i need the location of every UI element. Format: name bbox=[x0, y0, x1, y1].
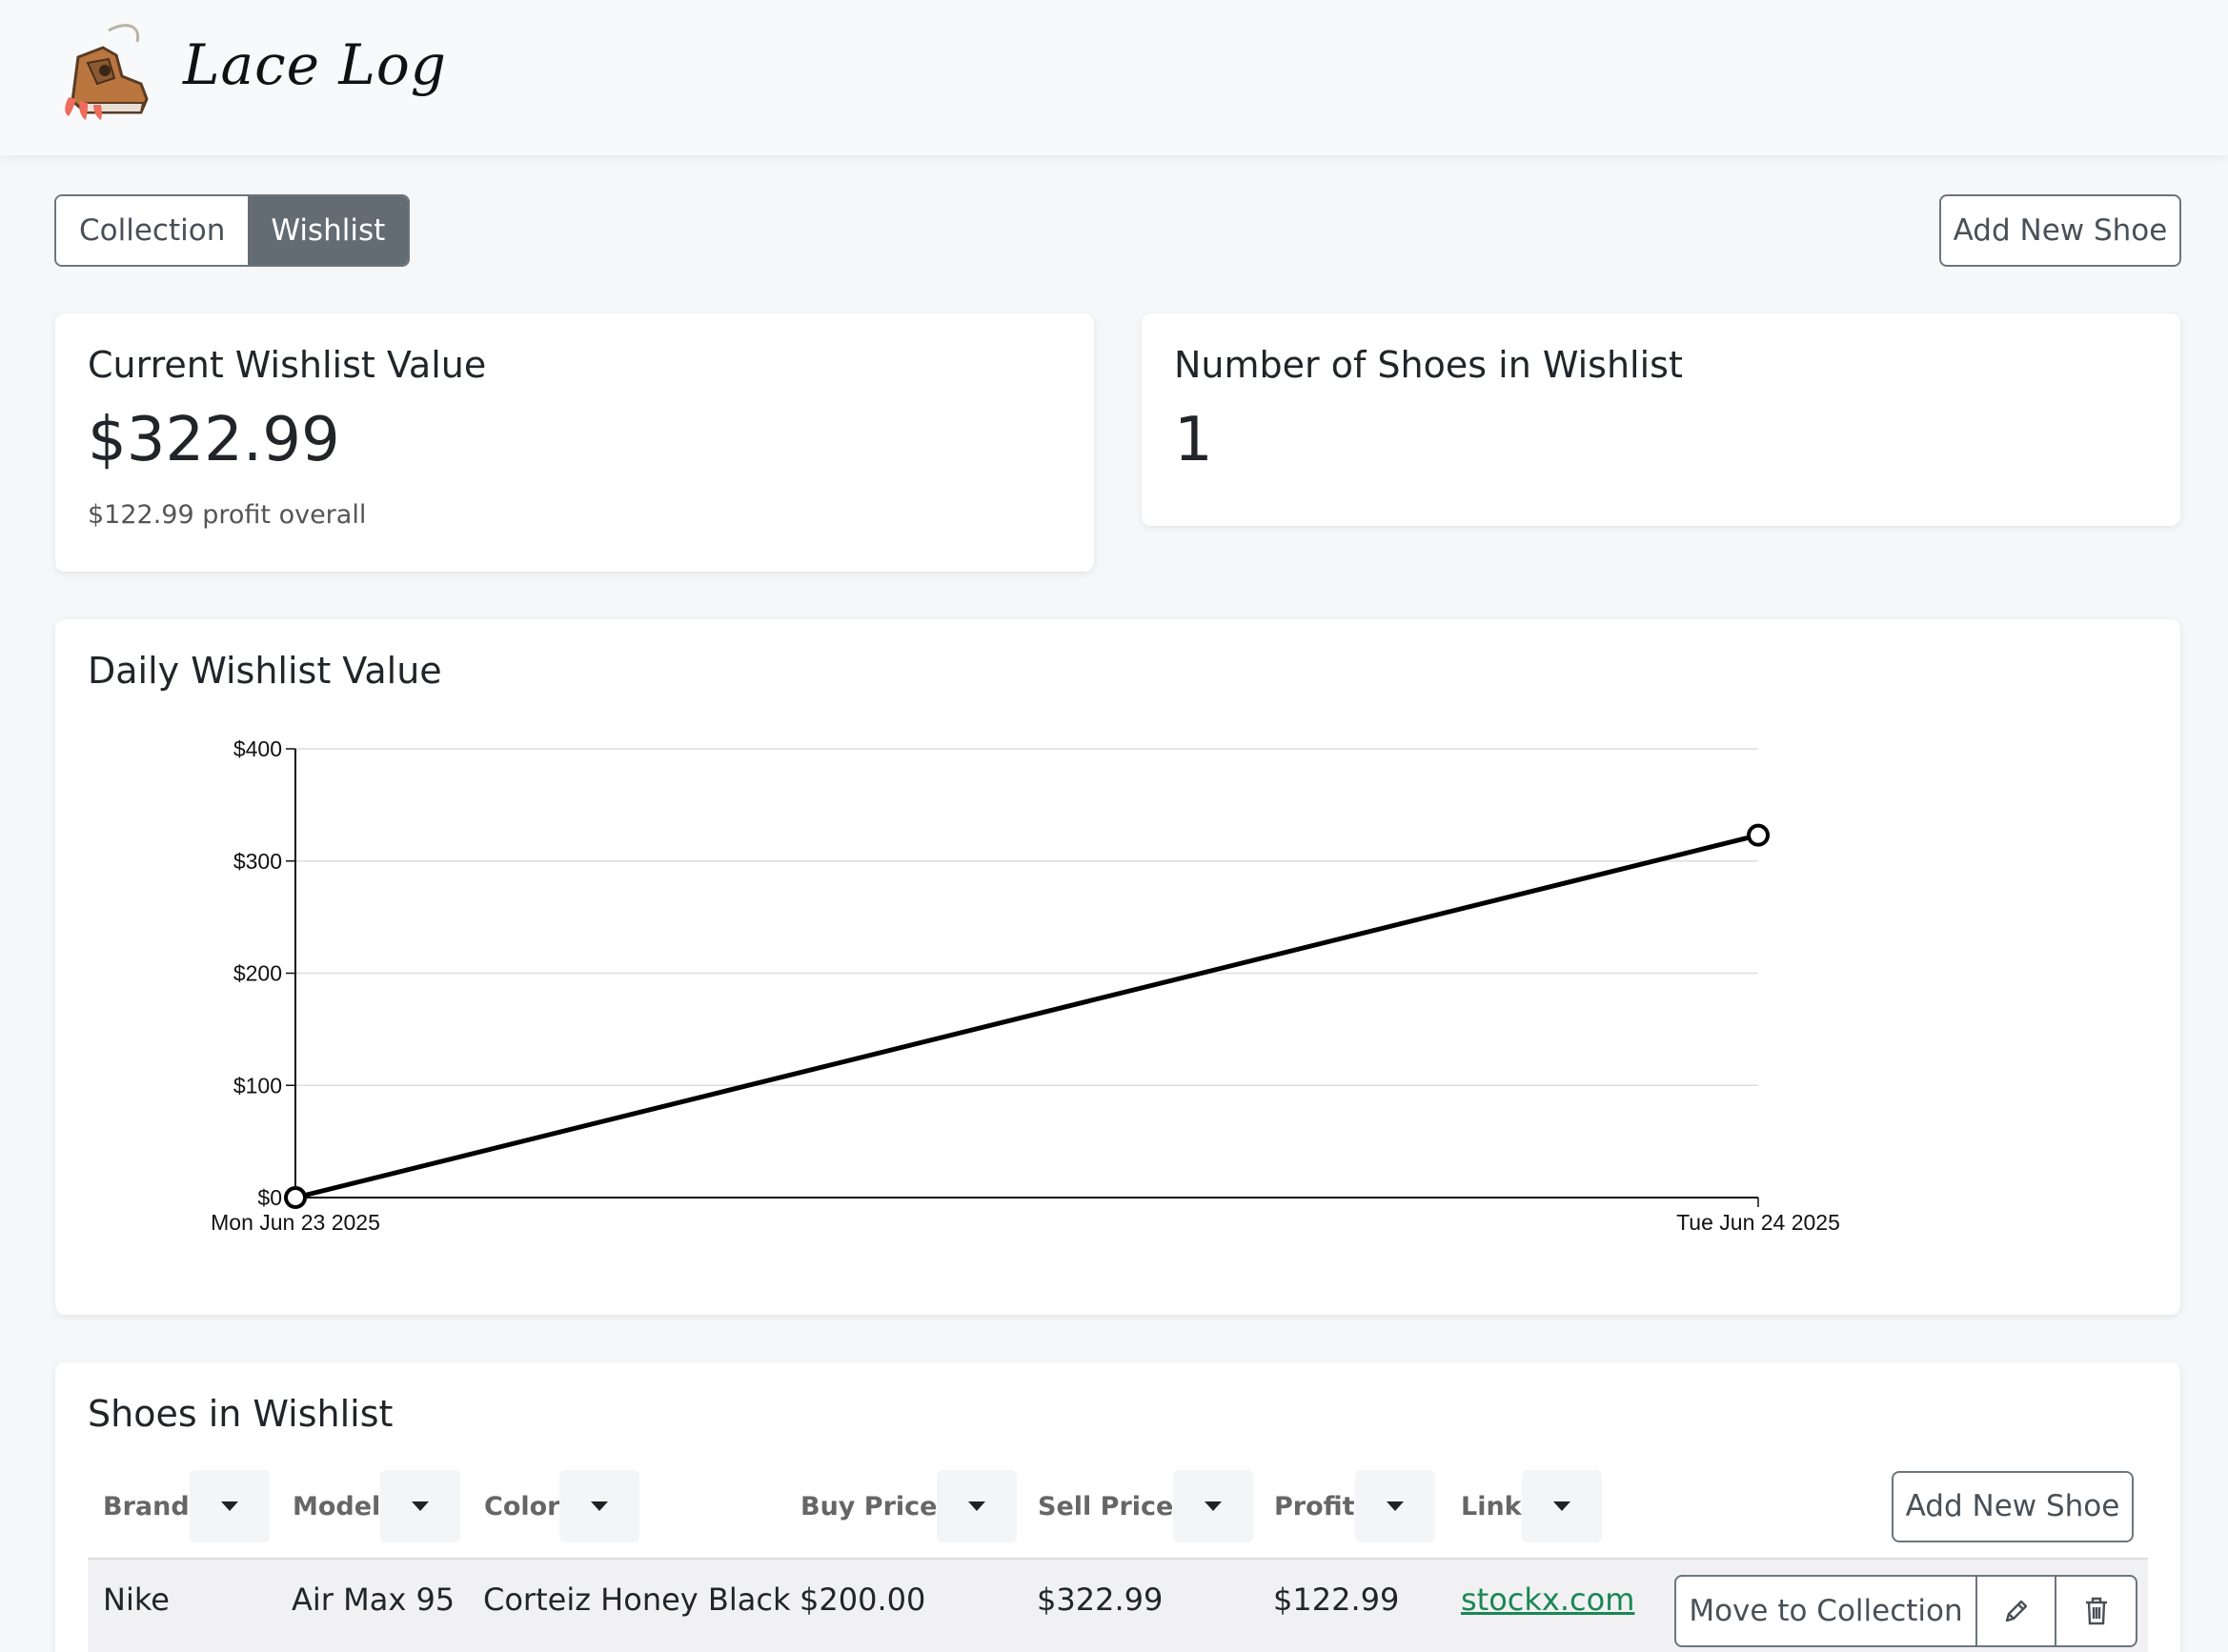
shoe-count: 1 bbox=[1174, 405, 1213, 475]
daily-value-chart-card: Daily Wishlist Value $0 $100 $200 $300 $400 M… bbox=[55, 619, 2180, 1315]
sort-dropdown-buy-price-icon[interactable] bbox=[937, 1470, 1018, 1542]
edit-button[interactable] bbox=[1977, 1577, 2056, 1645]
wishlist-value-card: Current Wishlist Value $322.99 $122.99 p… bbox=[55, 313, 1094, 572]
tab-collection[interactable]: Collection bbox=[56, 196, 249, 265]
sort-dropdown-brand-icon[interactable] bbox=[189, 1470, 270, 1542]
cell-profit: $122.99 bbox=[1273, 1581, 1400, 1618]
sort-dropdown-model-icon[interactable] bbox=[380, 1470, 461, 1542]
app-title: Lace Log bbox=[183, 32, 447, 97]
column-header-sell-price: Sell Price bbox=[1023, 1470, 1254, 1542]
y-tick-label: $300 bbox=[233, 849, 282, 874]
x-tick-label: Mon Jun 23 2025 bbox=[211, 1210, 380, 1235]
column-header-brand: Brand bbox=[88, 1470, 270, 1542]
y-tick-label: $200 bbox=[233, 961, 282, 986]
table-header: Brand Model Color Buy Price Sell Price P… bbox=[88, 1470, 2148, 1556]
shoe-count-card: Number of Shoes in Wishlist 1 bbox=[1142, 313, 2180, 526]
y-tick-label: $400 bbox=[233, 736, 282, 761]
delete-button[interactable] bbox=[2056, 1577, 2136, 1645]
add-new-shoe-button[interactable]: Add New Shoe bbox=[1939, 194, 2181, 267]
sort-dropdown-sell-price-icon[interactable] bbox=[1173, 1470, 1254, 1542]
stockx-link[interactable]: stockx.com bbox=[1461, 1581, 1634, 1618]
column-header-buy-price: Buy Price bbox=[785, 1470, 1018, 1542]
view-toggle: Collection Wishlist bbox=[54, 194, 411, 267]
data-point bbox=[284, 1186, 307, 1209]
profit-note: $122.99 profit overall bbox=[88, 500, 367, 530]
cell-model: Air Max 95 bbox=[292, 1581, 456, 1618]
row-actions: Move to Collection bbox=[1674, 1575, 2137, 1647]
table-add-new-shoe-button[interactable]: Add New Shoe bbox=[1892, 1471, 2134, 1542]
shoe-count-title: Number of Shoes in Wishlist bbox=[1174, 344, 1683, 386]
top-navbar: Lace Log bbox=[0, 0, 2228, 155]
data-point bbox=[1747, 823, 1770, 847]
y-tick-label: $100 bbox=[233, 1073, 282, 1098]
series-line bbox=[294, 833, 1759, 1200]
cell-link: stockx.com bbox=[1461, 1560, 1634, 1640]
column-header-model: Model bbox=[277, 1470, 461, 1542]
x-tick-label: Tue Jun 24 2025 bbox=[1676, 1210, 1840, 1235]
trash-icon bbox=[2085, 1597, 2107, 1625]
column-header-link: Link bbox=[1446, 1470, 1602, 1542]
sort-dropdown-link-icon[interactable] bbox=[1521, 1470, 1602, 1542]
sort-dropdown-profit-icon[interactable] bbox=[1354, 1470, 1435, 1542]
pencil-icon bbox=[2005, 1600, 2027, 1622]
sort-dropdown-color-icon[interactable] bbox=[559, 1470, 640, 1542]
wishlist-value: $322.99 bbox=[88, 405, 340, 475]
move-to-collection-button[interactable]: Move to Collection bbox=[1676, 1577, 1977, 1645]
y-tick-label: $0 bbox=[257, 1185, 282, 1210]
wishlist-value-title: Current Wishlist Value bbox=[88, 344, 487, 386]
cell-sell-price: $322.99 bbox=[1037, 1581, 1164, 1618]
column-header-color: Color bbox=[469, 1470, 640, 1542]
table-title: Shoes in Wishlist bbox=[88, 1393, 394, 1435]
cell-color: Corteiz Honey Black bbox=[483, 1581, 791, 1618]
cell-buy-price: $200.00 bbox=[800, 1581, 926, 1618]
sneaker-logo-icon[interactable] bbox=[59, 21, 164, 124]
cell-brand: Nike bbox=[103, 1581, 170, 1618]
line-chart: $0 $100 $200 $300 $400 Mon Jun 23 2025 Tue Jun… bbox=[211, 736, 1840, 1235]
tab-wishlist[interactable]: Wishlist bbox=[248, 196, 409, 265]
column-header-profit: Profit bbox=[1259, 1470, 1435, 1542]
